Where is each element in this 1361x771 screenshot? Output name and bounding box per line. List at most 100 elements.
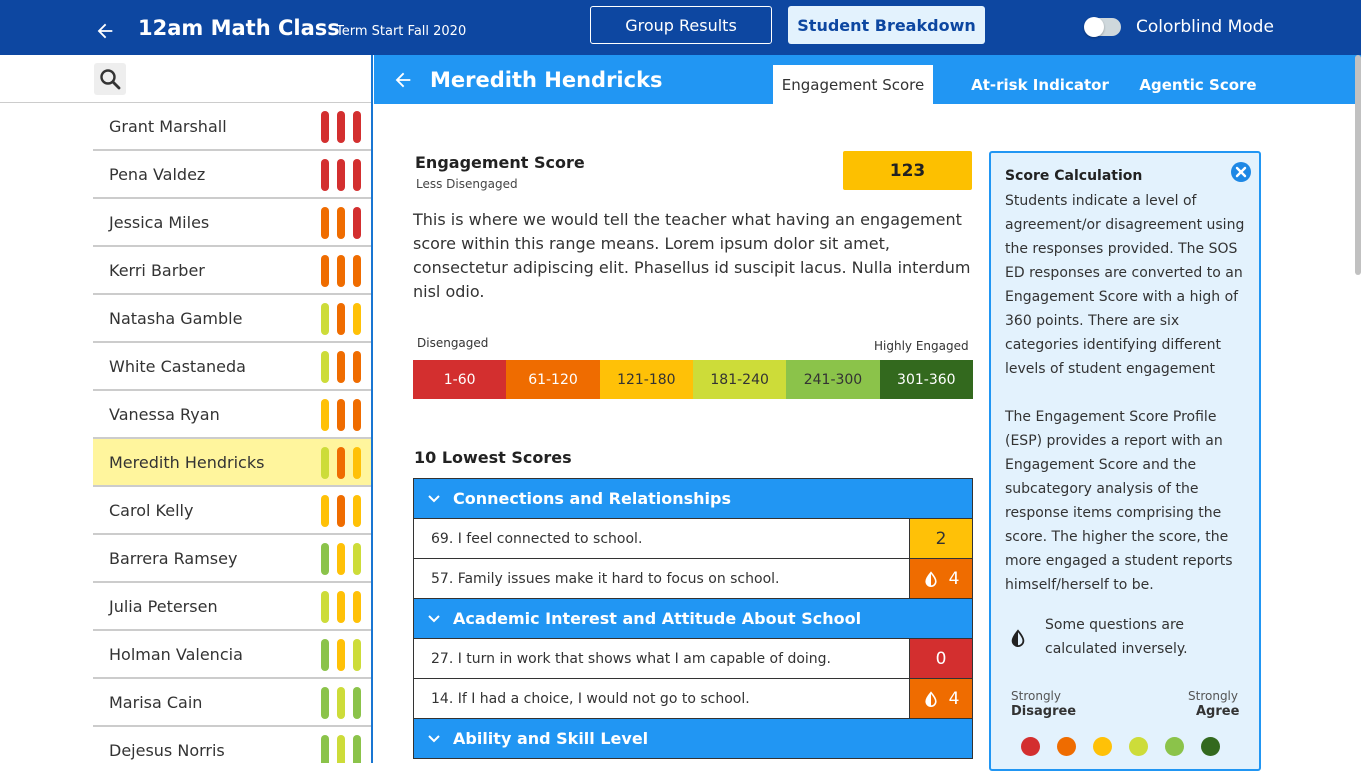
scale-right-label: Highly Engaged (874, 339, 969, 353)
score-indicator-bars (321, 495, 365, 527)
student-row[interactable]: Jessica Miles (93, 199, 371, 247)
student-row[interactable]: Vanessa Ryan (93, 391, 371, 439)
category-label: Academic Interest and Attitude About Sch… (453, 609, 862, 628)
inverse-icon (924, 570, 937, 587)
response-dot (1129, 737, 1148, 756)
chevron-down-icon (428, 495, 440, 503)
student-name: Pena Valdez (109, 165, 206, 184)
score-bar (353, 399, 361, 431)
strongly-disagree-bottom: Disagree (1011, 704, 1077, 719)
score-indicator-bars (321, 255, 365, 287)
back-arrow-icon[interactable] (94, 20, 116, 42)
inverse-note: Some questions are calculated inversely. (1045, 617, 1188, 657)
score-bar (337, 399, 345, 431)
student-row[interactable]: Grant Marshall (93, 103, 371, 151)
term-label: Term Start Fall 2020 (336, 24, 467, 39)
score-bar (353, 447, 361, 479)
response-dot (1057, 737, 1076, 756)
score-indicator-bars (321, 399, 365, 431)
inverse-icon (1011, 629, 1025, 647)
score-indicator-bars (321, 351, 365, 383)
engagement-title: Engagement Score (415, 153, 585, 172)
student-name: Natasha Gamble (109, 309, 243, 328)
score-calculation-card: Score Calculation Students indicate a le… (989, 151, 1261, 771)
tab-agentic-score[interactable]: Agentic Score (1118, 65, 1278, 104)
question-text: 57. Family issues make it hard to focus … (431, 571, 780, 587)
scrollbar[interactable] (1355, 55, 1361, 275)
student-row[interactable]: Carol Kelly (93, 487, 371, 535)
score-bar (321, 447, 329, 479)
app-header: 12am Math Class Term Start Fall 2020 Gro… (0, 0, 1361, 55)
score-bar (337, 447, 345, 479)
score-bar (337, 735, 345, 763)
tab-engagement-score[interactable]: Engagement Score (773, 65, 933, 104)
lowest-scores-title: 10 Lowest Scores (414, 448, 572, 467)
score-indicator-bars (321, 447, 365, 479)
colorblind-toggle[interactable] (1084, 17, 1121, 37)
student-name-heading: Meredith Hendricks (430, 68, 663, 92)
score-bar (337, 207, 345, 239)
student-name: Meredith Hendricks (109, 453, 265, 472)
score-bar (337, 351, 345, 383)
student-name: Vanessa Ryan (109, 405, 220, 424)
student-row[interactable]: Julia Petersen (93, 583, 371, 631)
score-bar (321, 255, 329, 287)
student-breakdown-button[interactable]: Student Breakdown (788, 6, 985, 44)
question-text: 69. I feel connected to school. (431, 531, 643, 547)
student-name: Carol Kelly (109, 501, 194, 520)
close-button[interactable] (1231, 162, 1251, 182)
search-button[interactable] (94, 63, 126, 95)
student-list: Grant Marshall Pena Valdez Jessica Miles Ke… (93, 103, 371, 763)
category-label: Ability and Skill Level (453, 729, 649, 748)
category-header[interactable]: Academic Interest and Attitude About Sch… (414, 599, 972, 639)
student-row[interactable]: Dejesus Norris (93, 727, 371, 763)
student-detail-header: Meredith Hendricks Engagement Score At-r… (374, 55, 1361, 104)
score-bar (353, 111, 361, 143)
search-row (0, 55, 371, 103)
question-score: 4 (909, 559, 972, 598)
score-bar (353, 591, 361, 623)
question-text: 27. I turn in work that shows what I am … (431, 651, 832, 667)
score-indicator-bars (321, 303, 365, 335)
question-row: 57. Family issues make it hard to focus … (414, 559, 972, 599)
score-indicator-bars (321, 207, 365, 239)
strongly-agree-top: Strongly (1188, 689, 1238, 703)
engagement-subtitle: Less Disengaged (416, 177, 518, 191)
student-row[interactable]: Marisa Cain (93, 679, 371, 727)
question-score: 0 (909, 639, 972, 678)
student-row[interactable]: Natasha Gamble (93, 295, 371, 343)
student-sidebar: Grant Marshall Pena Valdez Jessica Miles Ke… (0, 55, 373, 763)
student-name: White Castaneda (109, 357, 246, 376)
search-icon (100, 69, 121, 90)
score-bar (353, 735, 361, 763)
calc-paragraph-1: Students indicate a level of agreement/o… (1005, 193, 1245, 377)
score-bar (337, 495, 345, 527)
student-row[interactable]: Holman Valencia (93, 631, 371, 679)
score-bar (321, 399, 329, 431)
score-bar (321, 639, 329, 671)
category-header[interactable]: Ability and Skill Level (414, 719, 972, 759)
score-bar (321, 591, 329, 623)
student-row[interactable]: Kerri Barber (93, 247, 371, 295)
score-indicator-bars (321, 687, 365, 719)
score-indicator-bars (321, 111, 365, 143)
student-row[interactable]: Meredith Hendricks (93, 439, 371, 487)
score-bar (353, 159, 361, 191)
response-dot (1021, 737, 1040, 756)
student-name: Kerri Barber (109, 261, 205, 280)
score-bar (321, 111, 329, 143)
scale-left-label: Disengaged (417, 336, 489, 350)
score-indicator-bars (321, 735, 365, 763)
tab-at-risk-indicator[interactable]: At-risk Indicator (960, 65, 1120, 104)
score-bar (321, 159, 329, 191)
student-row[interactable]: Pena Valdez (93, 151, 371, 199)
score-bar (353, 255, 361, 287)
back-arrow-icon[interactable] (392, 69, 414, 91)
calc-paragraph-2: The Engagement Score Profile (ESP) provi… (1005, 409, 1233, 593)
chevron-down-icon (428, 615, 440, 623)
student-row[interactable]: Barrera Ramsey (93, 535, 371, 583)
score-bar (337, 159, 345, 191)
student-row[interactable]: White Castaneda (93, 343, 371, 391)
category-header[interactable]: Connections and Relationships (414, 479, 972, 519)
group-results-button[interactable]: Group Results (590, 6, 772, 44)
